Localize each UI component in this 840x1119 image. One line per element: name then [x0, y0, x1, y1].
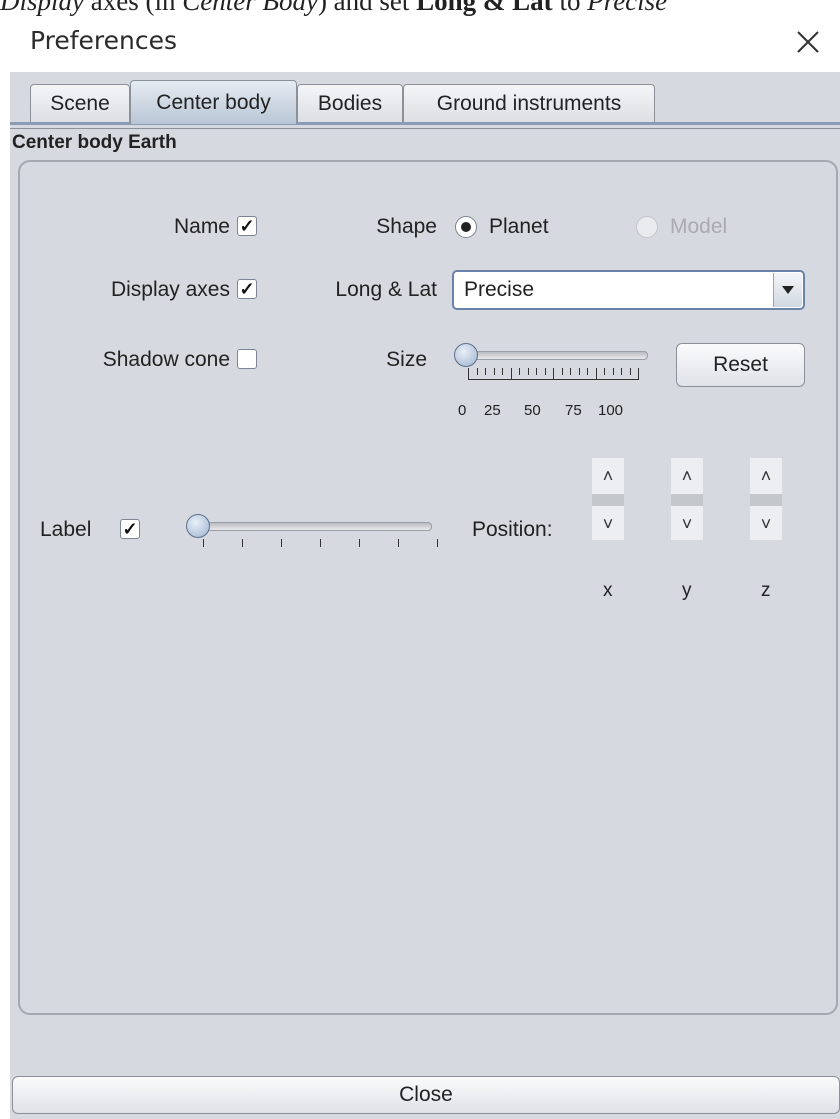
size-slider-tick	[544, 368, 546, 375]
caption-part-6: to	[552, 0, 588, 16]
size-slider-tick	[493, 368, 495, 375]
close-button[interactable]: Close	[12, 1076, 840, 1114]
size-slider-tick	[485, 368, 486, 375]
shape-model-label: Model	[670, 215, 728, 238]
position-y-down-button[interactable]: ˅	[671, 506, 703, 542]
size-slider-tick	[578, 368, 580, 375]
size-slider-tick-baseline	[468, 379, 638, 380]
long-lat-label: Long & Lat	[335, 278, 437, 301]
axis-y-label: y	[682, 580, 692, 601]
axis-z-label: z	[761, 580, 771, 601]
chevron-down-icon[interactable]	[773, 273, 802, 307]
size-slider-tick	[502, 368, 503, 375]
caption-part-7: Precise	[587, 0, 668, 16]
size-slider-tick	[638, 368, 639, 380]
label-label: Label	[40, 518, 92, 541]
size-tick-25: 25	[484, 402, 501, 419]
label-slider-tick	[203, 539, 204, 547]
axis-x-label: x	[603, 580, 613, 601]
shadow-cone-label: Shadow cone	[102, 348, 230, 371]
size-slider-tick	[604, 368, 605, 375]
label-checkbox[interactable]: ✓	[120, 519, 140, 539]
label-slider-track[interactable]	[190, 522, 432, 531]
label-slider-tick	[359, 539, 360, 547]
tab-center-body[interactable]: Center body	[130, 80, 297, 124]
caption-part-5: Long & Lat	[416, 0, 553, 16]
position-y-spinner: ˄ ˅	[671, 458, 703, 540]
label-slider-tick	[281, 539, 282, 547]
size-slider-tick	[629, 368, 631, 375]
display-axes-label: Display axes	[110, 278, 230, 301]
position-z-up-button[interactable]: ˄	[750, 458, 782, 494]
close-icon	[797, 31, 819, 53]
label-slider-tick	[242, 539, 243, 547]
shape-label: Shape	[376, 215, 437, 238]
shape-planet-label: Planet	[489, 215, 549, 238]
name-checkbox[interactable]: ✓	[237, 216, 257, 236]
caption-part-4: ) and set	[317, 0, 417, 16]
long-lat-selected-value: Precise	[464, 278, 535, 301]
tab-bodies[interactable]: Bodies	[297, 84, 403, 122]
size-slider-tick	[570, 368, 571, 375]
size-slider-tick	[527, 368, 529, 375]
position-x-up-button[interactable]: ˄	[592, 458, 624, 494]
dialog-body: Scene Center body Bodies Ground instrume…	[10, 72, 840, 1119]
spinner-divider	[671, 494, 703, 506]
tab-scene[interactable]: Scene	[30, 84, 130, 122]
section-title: Center body Earth	[12, 132, 177, 153]
position-z-spinner: ˄ ˅	[750, 458, 782, 540]
shape-planet-radio[interactable]	[455, 216, 477, 238]
size-label: Size	[386, 348, 427, 371]
size-slider-tick	[561, 368, 563, 375]
shadow-cone-checkbox[interactable]	[237, 349, 257, 369]
size-slider-tick	[519, 368, 520, 375]
name-label: Name	[173, 215, 230, 238]
position-label: Position:	[472, 518, 553, 541]
shape-model-radio[interactable]	[636, 216, 658, 238]
caption-part-1: Display	[0, 0, 84, 16]
reset-button[interactable]: Reset	[676, 343, 805, 387]
size-slider-tick	[621, 368, 622, 375]
display-axes-checkbox[interactable]: ✓	[237, 279, 257, 299]
label-slider-tick	[398, 539, 399, 547]
size-slider-tick	[536, 368, 537, 375]
size-slider-thumb[interactable]	[454, 343, 478, 367]
label-slider-thumb[interactable]	[186, 514, 210, 538]
position-x-down-button[interactable]: ˅	[592, 506, 624, 542]
position-z-down-button[interactable]: ˅	[750, 506, 782, 542]
spinner-divider	[750, 494, 782, 506]
size-slider-tick	[612, 368, 614, 375]
size-tick-50: 50	[524, 402, 541, 419]
caption-part-3: Center Body	[182, 0, 318, 16]
tab-strip-divider	[10, 128, 840, 129]
size-slider-tick	[476, 368, 478, 375]
size-tick-75: 75	[565, 402, 582, 419]
size-tick-0: 0	[458, 402, 467, 419]
document-caption: Display axes (in Center Body) and set Lo…	[0, 0, 840, 20]
size-slider-track[interactable]	[458, 351, 648, 360]
caption-part-2: axes (in	[84, 0, 183, 16]
position-x-spinner: ˄ ˅	[592, 458, 624, 540]
position-y-up-button[interactable]: ˄	[671, 458, 703, 494]
close-window-button[interactable]	[788, 20, 828, 64]
label-slider-tick	[437, 539, 438, 547]
spinner-divider	[592, 494, 624, 506]
label-slider-tick	[320, 539, 321, 547]
size-tick-100: 100	[598, 402, 624, 419]
tab-ground-instruments[interactable]: Ground instruments	[403, 84, 655, 122]
long-lat-dropdown[interactable]: Precise	[452, 270, 805, 310]
size-slider-tick	[587, 368, 588, 375]
title-bar: Preferences	[0, 20, 840, 70]
window-title: Preferences	[30, 26, 178, 55]
